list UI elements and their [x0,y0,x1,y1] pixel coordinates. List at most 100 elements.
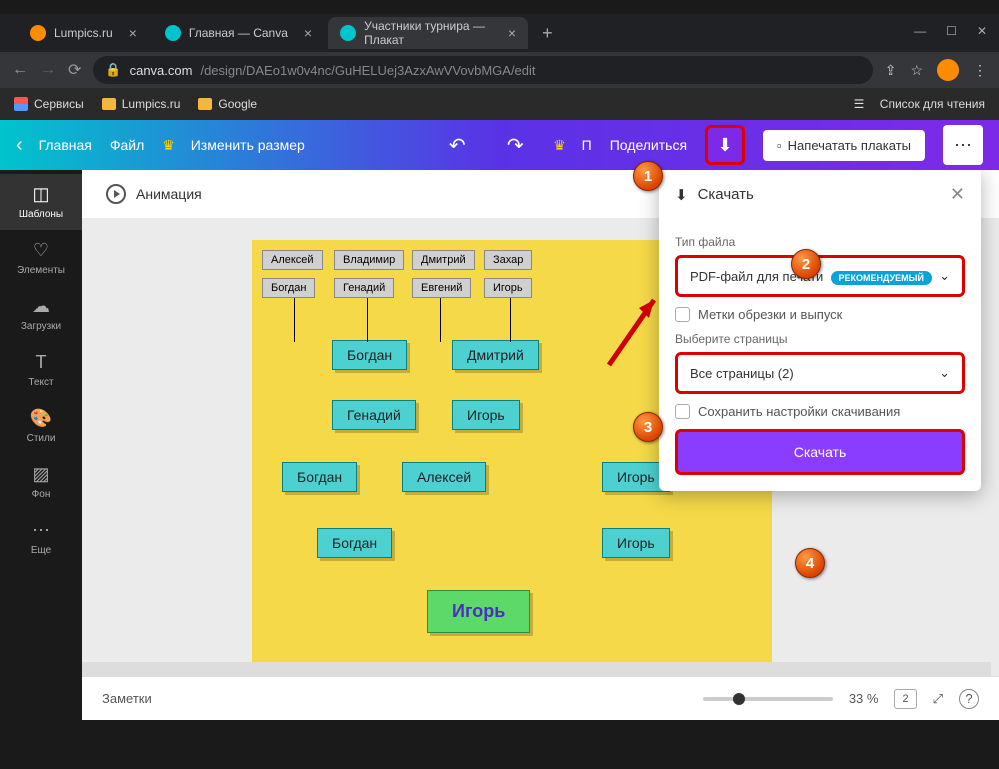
share-icon[interactable]: ⇪ [885,62,897,79]
horizontal-scrollbar[interactable] [82,662,991,676]
sidebar-background[interactable]: ▨Фон [0,454,82,510]
canvas-area: Анимация Алексей Владимир Дмитрий Захар … [82,170,999,720]
nav-reload[interactable]: ⟳ [68,60,81,80]
favicon-canva [165,25,181,41]
redo-button[interactable]: ↷ [495,125,535,165]
help-icon[interactable]: ? [959,689,979,709]
fullscreen-icon[interactable]: ⤢ [933,691,943,707]
bracket-seed[interactable]: Игорь [484,278,532,298]
home-button[interactable]: ‹ Главная [16,134,92,157]
new-tab-button[interactable]: + [532,23,563,44]
address-bar: ← → ⟳ 🔒 canva.com/design/DAEo1w0v4nc/GuH… [0,52,999,88]
bracket-node[interactable]: Дмитрий [452,340,539,370]
download-icon: ⬇ [675,186,688,204]
avatar[interactable] [937,59,959,81]
tab-lumpics[interactable]: Lumpics.ru × [18,17,149,49]
tab-canva-design[interactable]: Участники турнира — Плакат × [328,17,528,49]
tab-canva-home[interactable]: Главная — Canva × [153,17,324,49]
bracket-winner[interactable]: Игорь [427,590,530,633]
zoom-value[interactable]: 33 % [849,691,879,706]
sidebar-styles[interactable]: 🎨Стили [0,398,82,454]
window-close[interactable]: ✕ [977,24,987,38]
file-menu[interactable]: Файл [110,137,144,153]
panel-title: Скачать [698,186,754,203]
url-domain: canva.com [130,63,193,78]
annotation-marker-1: 1 [633,161,663,191]
premium-label: ♛ П [553,137,592,154]
close-icon[interactable]: × [304,25,312,41]
annotation-marker-2: 2 [791,249,821,279]
bracket-node[interactable]: Игорь [452,400,520,430]
sidebar-templates[interactable]: ◫Шаблоны [0,174,82,230]
nav-forward: → [40,61,56,79]
url-input[interactable]: 🔒 canva.com/design/DAEo1w0v4nc/GuHELUej3… [93,56,872,84]
bottom-toolbar: Заметки 33 % 2 ⤢ ? [82,676,999,720]
window-minimize[interactable]: — [914,24,926,38]
left-sidebar: ◫Шаблоны ♡Элементы ☁Загрузки TТекст 🎨Сти… [0,170,82,720]
notes-button[interactable]: Заметки [102,691,152,706]
slider-thumb[interactable] [733,693,745,705]
more-button[interactable]: ⋯ [943,125,983,165]
reading-list[interactable]: ☰ Список для чтения [854,97,985,111]
favicon-orange [30,25,46,41]
url-path: /design/DAEo1w0v4nc/GuHELUej3AzxAwVVovbM… [200,63,535,78]
sidebar-uploads[interactable]: ☁Загрузки [0,286,82,342]
chevron-down-icon: ⌄ [939,268,950,284]
page-indicator[interactable]: 2 [894,689,916,709]
folder-icon [198,98,212,110]
download-confirm-button[interactable]: Скачать [675,429,965,475]
share-button[interactable]: Поделиться [610,137,687,153]
bracket-seed[interactable]: Дмитрий [412,250,475,270]
menu-icon[interactable]: ⋮ [973,62,987,79]
annotation-marker-3: 3 [633,412,663,442]
bracket-seed[interactable]: Евгений [412,278,471,298]
zoom-slider[interactable] [703,697,833,701]
bracket-node[interactable]: Богдан [282,462,357,492]
bracket-seed[interactable]: Захар [484,250,532,270]
undo-button[interactable]: ↶ [437,125,477,165]
tab-title: Главная — Canva [189,26,288,40]
pages-select[interactable]: Все страницы (2) ⌄ [675,352,965,394]
arrow-annotation [604,290,664,370]
bracket-seed[interactable]: Владимир [334,250,404,270]
save-settings-checkbox[interactable]: Сохранить настройки скачивания [675,404,965,419]
close-icon[interactable]: ✕ [950,184,965,205]
download-button[interactable]: ⬇ [705,125,745,165]
bookmark-google[interactable]: Google [198,97,257,111]
bookmark-services[interactable]: Сервисы [14,97,84,111]
apps-icon [14,97,28,111]
close-icon[interactable]: × [508,25,516,41]
bracket-node[interactable]: Алексей [402,462,486,492]
favicon-canva [340,25,356,41]
bookmark-lumpics[interactable]: Lumpics.ru [102,97,181,111]
close-icon[interactable]: × [129,25,137,41]
animation-icon [106,184,126,204]
bracket-node[interactable]: Богдан [332,340,407,370]
bracket-seed[interactable]: Богдан [262,278,315,298]
lock-icon: 🔒 [105,62,121,78]
sidebar-elements[interactable]: ♡Элементы [0,230,82,286]
chevron-down-icon: ⌄ [939,365,950,381]
animation-button[interactable]: Анимация [136,186,202,202]
bracket-seed[interactable]: Генадий [334,278,394,298]
bracket-node[interactable]: Генадий [332,400,416,430]
list-icon: ☰ [854,97,865,111]
nav-back[interactable]: ← [12,61,28,79]
canva-toolbar: ‹ Главная Файл ♛ Изменить размер ↶ ↷ ♛ П… [0,120,999,170]
bracket-seed[interactable]: Алексей [262,250,323,270]
sidebar-text[interactable]: TТекст [0,342,82,398]
bracket-node[interactable]: Игорь [602,528,670,558]
browser-tabs: Lumpics.ru × Главная — Canva × Участники… [0,14,999,52]
bookmarks-bar: Сервисы Lumpics.ru Google ☰ Список для ч… [0,88,999,120]
folder-icon [102,98,116,110]
print-button[interactable]: ▫Напечатать плакаты [763,130,925,161]
star-icon[interactable]: ☆ [910,62,923,79]
tab-title: Участники турнира — Плакат [364,19,492,47]
sidebar-more[interactable]: ⋯Еще [0,510,82,566]
checkbox-icon [675,404,690,419]
tab-title: Lumpics.ru [54,26,113,40]
bracket-node[interactable]: Богдан [317,528,392,558]
crop-marks-checkbox[interactable]: Метки обрезки и выпуск [675,307,965,322]
window-maximize[interactable]: ☐ [946,24,957,38]
resize-button[interactable]: ♛ Изменить размер [162,137,305,154]
